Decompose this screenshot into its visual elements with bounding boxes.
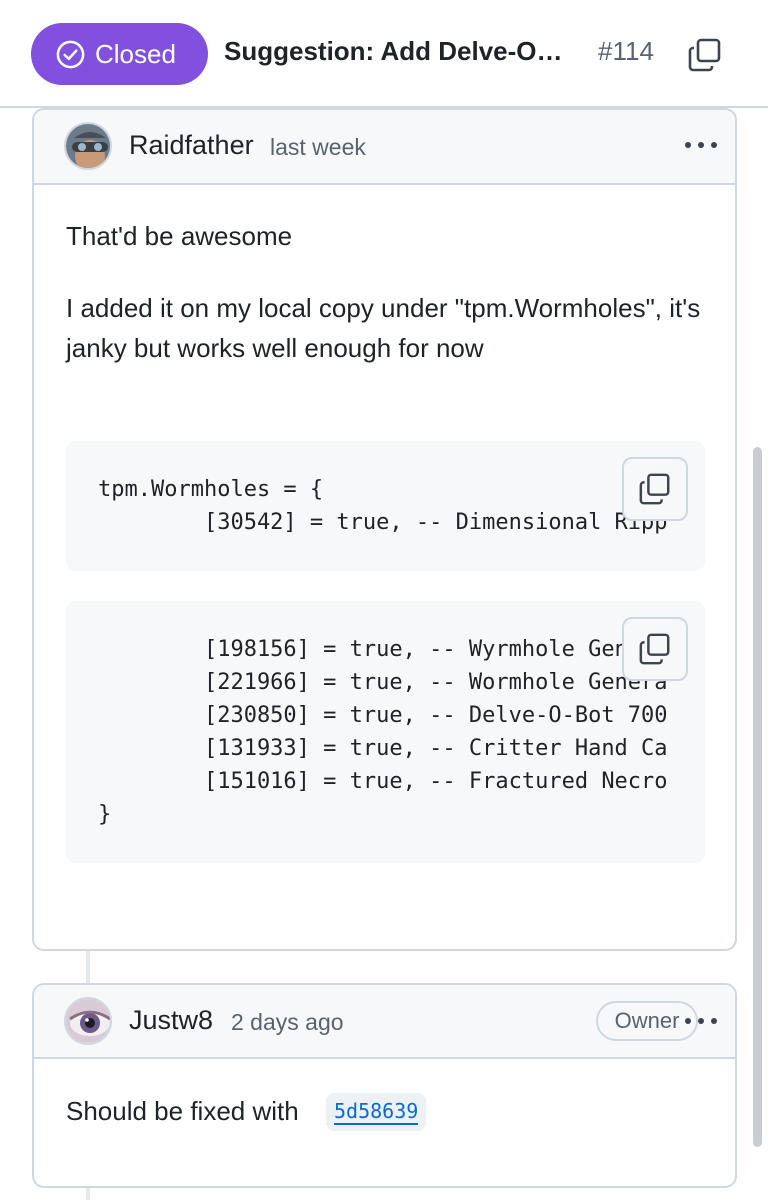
copy-icon <box>639 633 670 665</box>
kebab-menu-icon[interactable] <box>681 1011 721 1031</box>
issue-title: Suggestion: Add Delve-O… <box>224 36 563 66</box>
commit-sha[interactable]: 5d58639 <box>334 1099 419 1125</box>
comment-text: Should be fixed with <box>66 1096 299 1126</box>
code-block: tpm.Wormholes = { [30542] = true, -- Dim… <box>66 441 705 571</box>
code-block: [198156] = true, -- Wyrmhole Genera [221… <box>66 601 705 863</box>
comment-time[interactable]: last week <box>270 134 366 161</box>
comment-paragraph: That'd be awesome <box>66 221 293 251</box>
comment-header: Justw8 2 days ago Owner <box>34 985 735 1059</box>
comment-author[interactable]: Justw8 <box>129 1005 213 1036</box>
kebab-menu-icon[interactable] <box>681 135 721 155</box>
avatar-image <box>66 124 110 168</box>
closed-state-badge: Closed <box>31 23 208 85</box>
issue-header: Closed Suggestion: Add Delve-O… #114 <box>0 0 768 108</box>
copy-code-button[interactable] <box>622 457 688 521</box>
code-content: tpm.Wormholes = { [30542] = true, -- Dim… <box>98 477 668 535</box>
comment-justw8: Justw8 2 days ago Owner Should be fixed … <box>32 983 737 1188</box>
copy-icon[interactable] <box>687 37 723 73</box>
check-circle-icon <box>56 40 85 68</box>
comment-header: Raidfather last week <box>34 110 735 185</box>
scrollbar[interactable] <box>753 447 762 1147</box>
comment-author[interactable]: Raidfather <box>129 130 254 161</box>
code-content: [198156] = true, -- Wyrmhole Genera [221… <box>98 637 668 827</box>
copy-icon <box>639 473 670 505</box>
avatar[interactable] <box>64 997 112 1045</box>
comment-paragraph: I added it on my local copy under "tpm.W… <box>66 293 701 363</box>
avatar-image <box>66 999 110 1043</box>
comment-time[interactable]: 2 days ago <box>231 1009 344 1036</box>
comment-raidfather: Raidfather last week That'd be awesome I… <box>32 108 737 951</box>
avatar[interactable] <box>64 122 112 170</box>
copy-code-button[interactable] <box>622 617 688 681</box>
state-label: Closed <box>95 38 176 69</box>
issue-number: #114 <box>598 36 654 66</box>
commit-link[interactable]: 5d58639 <box>326 1093 427 1131</box>
